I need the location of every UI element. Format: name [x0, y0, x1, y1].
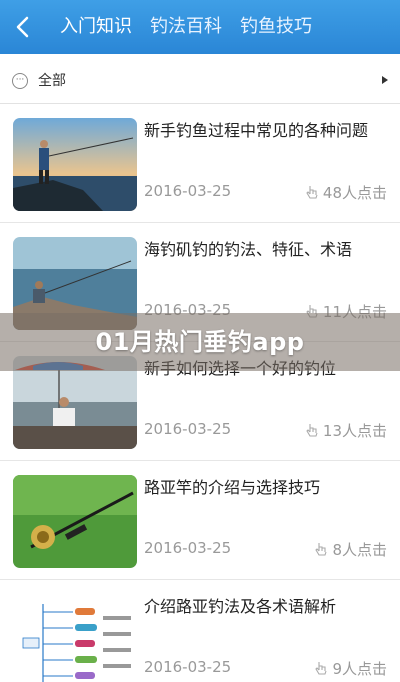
article-date: 2016-03-25 — [144, 182, 232, 200]
article-list: 新手钓鱼过程中常见的各种问题 2016-03-25 48人点击 海钓矶钓的钓法、… — [0, 104, 400, 682]
banner-title: 01月热门垂钓app — [95, 328, 305, 356]
category-tabs: 入门知识 钓法百科 钓鱼技巧 — [60, 0, 330, 54]
article-click-count: 8人点击 — [314, 539, 387, 560]
filter-label: 全部 — [38, 73, 66, 89]
filter-row[interactable]: ··· 全部 — [0, 54, 400, 104]
article-title: 海钓矶钓的钓法、特征、术语 — [144, 240, 353, 259]
hand-pointer-icon — [315, 542, 327, 556]
article-click-count: 13人点击 — [305, 420, 387, 441]
article-click-count: 48人点击 — [305, 182, 387, 203]
article-date: 2016-03-25 — [144, 539, 232, 557]
click-count-label: 9人点击 — [332, 660, 387, 678]
click-count-label: 8人点击 — [332, 541, 387, 559]
click-count-label: 48人点击 — [322, 184, 387, 202]
tab-fishing-tips[interactable]: 钓鱼技巧 — [240, 0, 312, 54]
more-circle-icon: ··· — [12, 73, 28, 89]
list-item[interactable]: 介绍路亚钓法及各术语解析 2016-03-25 9人点击 — [0, 580, 400, 682]
article-thumbnail — [13, 475, 137, 568]
back-button[interactable] — [10, 12, 38, 42]
tab-beginner-knowledge[interactable]: 入门知识 — [60, 0, 132, 54]
list-item[interactable]: 路亚竿的介绍与选择技巧 2016-03-25 8人点击 — [0, 461, 400, 580]
article-date: 2016-03-25 — [144, 420, 232, 438]
article-date: 2016-03-25 — [144, 658, 232, 676]
article-title: 路亚竿的介绍与选择技巧 — [144, 478, 321, 497]
hand-pointer-icon — [315, 661, 327, 675]
arrow-right-icon — [382, 76, 388, 84]
hand-pointer-icon — [306, 185, 318, 199]
promo-banner[interactable]: 01月热门垂钓app — [0, 313, 400, 371]
tab-fishing-methods[interactable]: 钓法百科 — [150, 0, 222, 54]
list-item[interactable]: 新手钓鱼过程中常见的各种问题 2016-03-25 48人点击 — [0, 104, 400, 223]
top-nav-bar: 入门知识 钓法百科 钓鱼技巧 — [0, 0, 400, 54]
back-chevron-icon — [16, 16, 29, 38]
article-click-count: 9人点击 — [314, 658, 387, 679]
article-thumbnail — [13, 594, 137, 682]
click-count-label: 13人点击 — [322, 422, 387, 440]
article-title: 新手钓鱼过程中常见的各种问题 — [144, 121, 369, 140]
hand-pointer-icon — [306, 423, 318, 437]
article-title: 介绍路亚钓法及各术语解析 — [144, 597, 337, 616]
article-thumbnail — [13, 118, 137, 211]
